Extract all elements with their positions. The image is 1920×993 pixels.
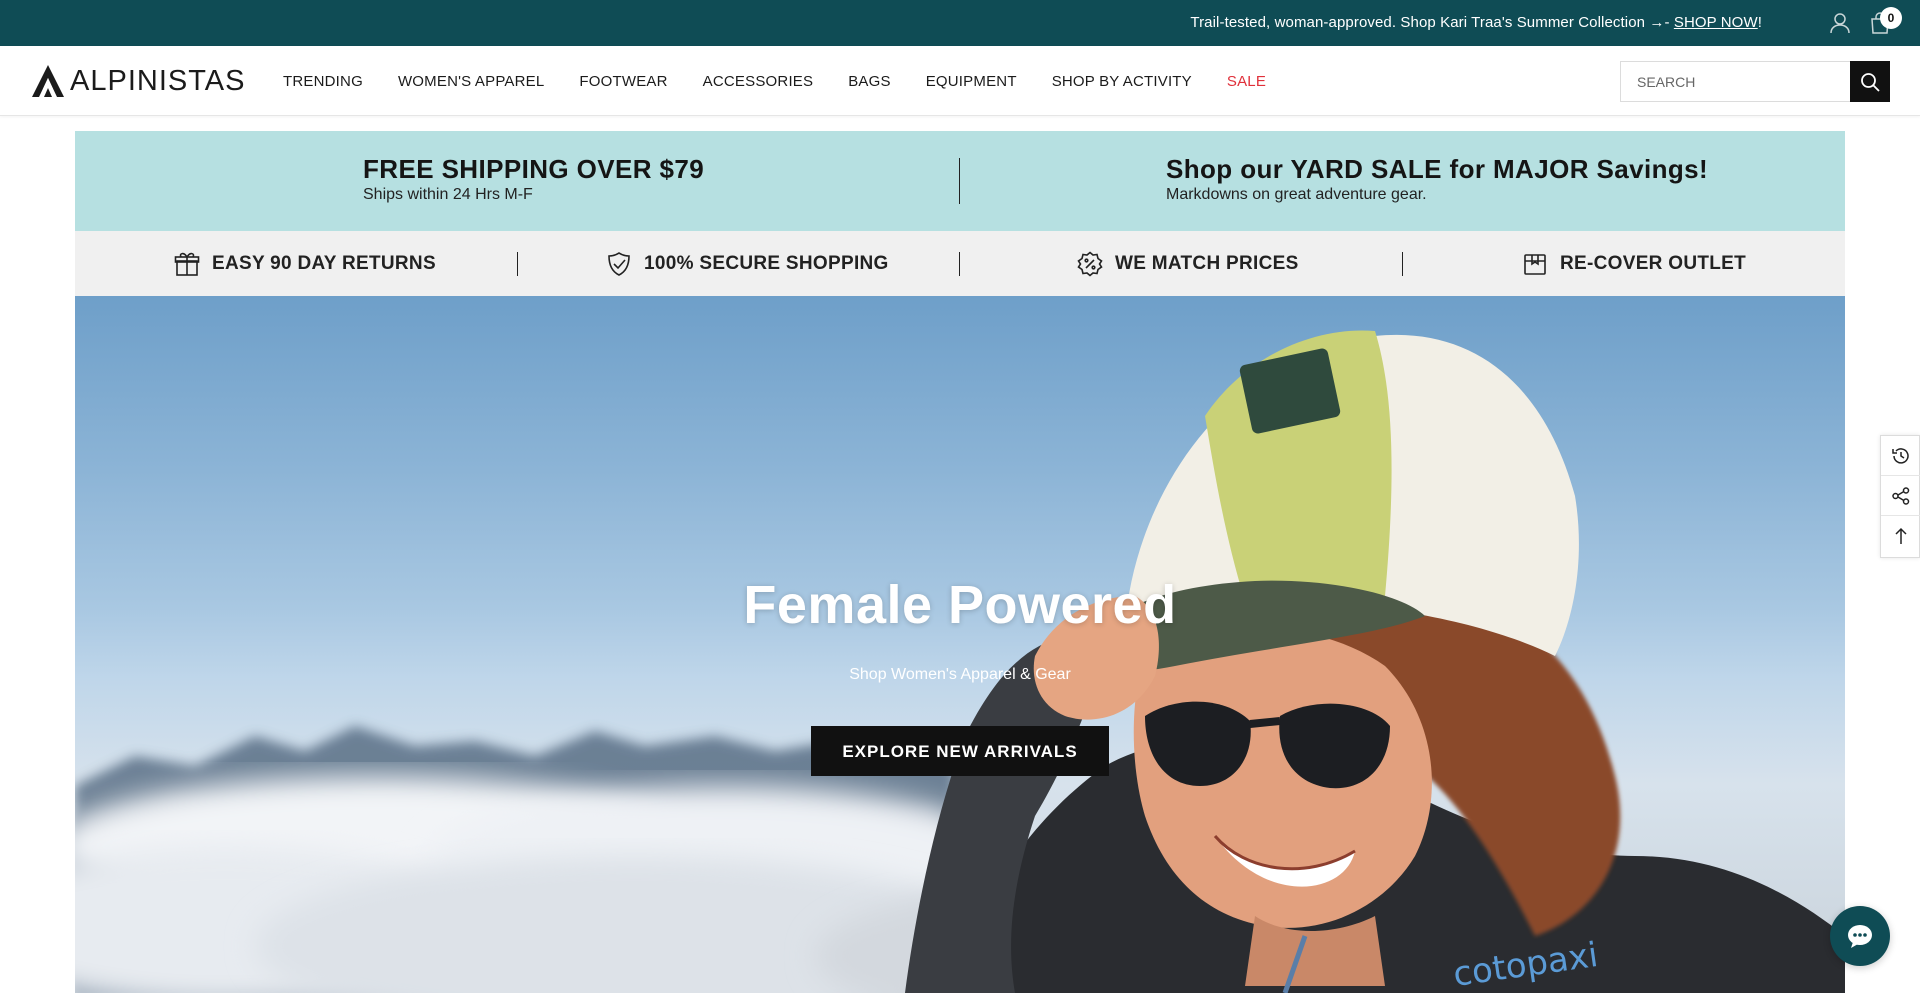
feature-price-match-label: WE MATCH PRICES — [1115, 252, 1299, 274]
yard-sale-subtitle: Markdowns on great adventure gear. — [1166, 186, 1427, 203]
shop-now-link[interactable]: SHOP NOW — [1674, 14, 1758, 31]
features-bar: EASY 90 DAY RETURNS 100% SECURE SHOPPING… — [75, 231, 1845, 296]
gift-icon — [174, 252, 200, 276]
promo-divider — [959, 158, 960, 204]
announcement-text: Trail-tested, woman-approved. Shop Kari … — [1190, 0, 1762, 46]
feature-divider — [959, 252, 960, 276]
side-toolbar — [1880, 435, 1920, 558]
feature-secure[interactable]: 100% SECURE SHOPPING — [606, 231, 889, 296]
hero-content: Female Powered Shop Women's Apparel & Ge… — [75, 574, 1845, 776]
chat-icon — [1848, 925, 1872, 948]
nav-shop-by-activity[interactable]: SHOP BY ACTIVITY — [1052, 73, 1192, 90]
feature-returns-label: EASY 90 DAY RETURNS — [212, 252, 436, 274]
search-input[interactable] — [1621, 62, 1850, 101]
search-icon — [1861, 72, 1880, 92]
yard-sale-title: Shop our YARD SALE for MAJOR Savings! — [1166, 154, 1709, 184]
hero-banner[interactable]: cotopaxi Female Powered Shop Women's App… — [75, 296, 1845, 993]
nav-trending[interactable]: TRENDING — [283, 73, 363, 90]
free-shipping-title: FREE SHIPPING OVER $79 — [363, 154, 705, 184]
feature-secure-label: 100% SECURE SHOPPING — [644, 252, 889, 274]
feature-divider — [517, 252, 518, 276]
site-header: ALPINISTAS TRENDING WOMEN'S APPAREL FOOT… — [0, 46, 1920, 116]
user-icon[interactable] — [1828, 11, 1852, 35]
search-button[interactable] — [1850, 61, 1890, 102]
nav-equipment[interactable]: EQUIPMENT — [926, 73, 1017, 90]
nav-sale[interactable]: SALE — [1227, 73, 1266, 90]
feature-returns[interactable]: EASY 90 DAY RETURNS — [174, 231, 436, 296]
percent-badge-icon — [1077, 250, 1103, 277]
share-icon — [1892, 486, 1910, 505]
site-logo[interactable]: ALPINISTAS — [30, 62, 245, 100]
feature-divider — [1402, 252, 1403, 276]
announcement-bar: Trail-tested, woman-approved. Shop Kari … — [0, 0, 1920, 46]
hero-title: Female Powered — [743, 575, 1177, 635]
logo-text: ALPINISTAS — [70, 64, 246, 97]
shield-check-icon — [608, 251, 630, 276]
hero-subtitle: Shop Women's Apparel & Gear — [849, 666, 1071, 683]
history-icon — [1892, 447, 1909, 464]
announcement-suffix: ! — [1757, 14, 1762, 31]
feature-price-match[interactable]: WE MATCH PRICES — [1077, 231, 1299, 296]
feature-outlet[interactable]: RE-COVER OUTLET — [1522, 231, 1746, 296]
free-shipping-subtitle: Ships within 24 Hrs M-F — [363, 186, 533, 203]
recently-viewed-button[interactable] — [1881, 436, 1920, 476]
cart-count-badge: 0 — [1880, 7, 1902, 29]
search-box — [1620, 61, 1890, 102]
arrow-up-icon — [1895, 527, 1907, 544]
free-shipping-promo: FREE SHIPPING OVER $79 Ships within 24 H… — [363, 153, 704, 204]
back-to-top-button[interactable] — [1881, 516, 1920, 556]
nav-footwear[interactable]: FOOTWEAR — [579, 73, 667, 90]
promo-banner[interactable]: FREE SHIPPING OVER $79 Ships within 24 H… — [75, 131, 1845, 231]
nav-bags[interactable]: BAGS — [848, 73, 890, 90]
explore-new-arrivals-button[interactable]: EXPLORE NEW ARRIVALS — [811, 726, 1109, 776]
main-nav: TRENDING WOMEN'S APPAREL FOOTWEAR ACCESS… — [283, 46, 1301, 116]
yard-sale-promo[interactable]: Shop our YARD SALE for MAJOR Savings! Ma… — [1166, 153, 1708, 204]
box-icon — [1524, 253, 1546, 275]
nav-womens-apparel[interactable]: WOMEN'S APPAREL — [398, 73, 544, 90]
feature-outlet-label: RE-COVER OUTLET — [1560, 252, 1747, 274]
share-button[interactable] — [1881, 476, 1920, 516]
chat-button[interactable] — [1830, 906, 1890, 966]
mountain-logo-icon — [32, 65, 64, 97]
announcement-message: Trail-tested, woman-approved. Shop Kari … — [1190, 14, 1674, 31]
nav-accessories[interactable]: ACCESSORIES — [703, 73, 814, 90]
